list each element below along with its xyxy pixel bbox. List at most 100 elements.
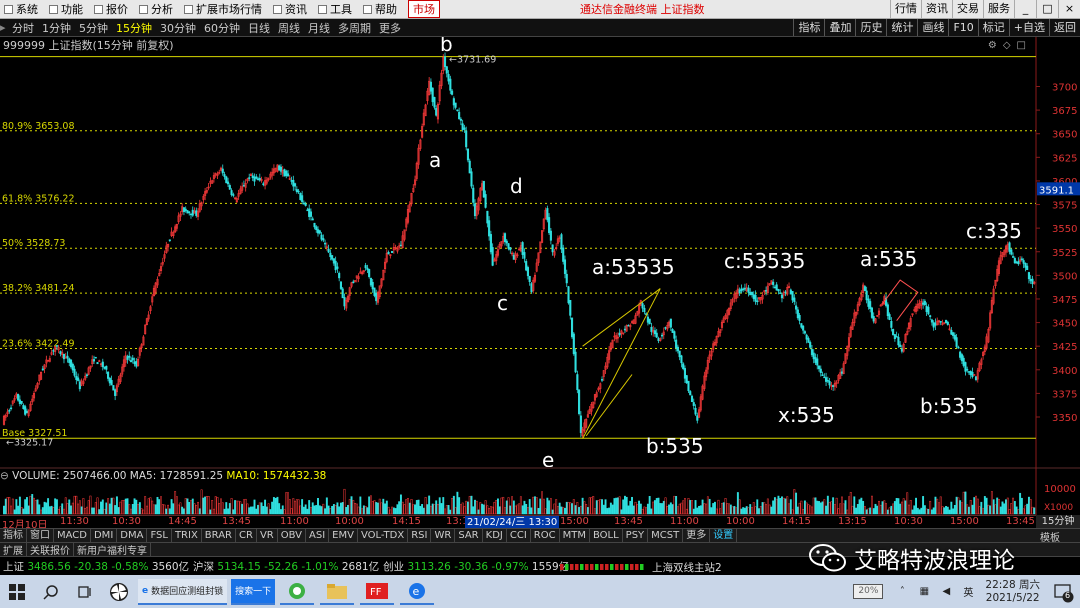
- indicator-tab[interactable]: EMV: [329, 529, 358, 542]
- menu-function[interactable]: 功能: [45, 1, 90, 17]
- indicator-tab[interactable]: 窗口: [27, 529, 54, 542]
- volume-bar: [70, 505, 72, 515]
- btn-indicator[interactable]: 指标: [793, 19, 824, 36]
- volume-bar: [345, 507, 348, 515]
- menu-analysis[interactable]: 分析: [135, 1, 180, 17]
- period-tick[interactable]: 分时: [8, 20, 38, 36]
- btn-draw[interactable]: 画线: [917, 19, 948, 36]
- volume-icon[interactable]: ◀: [939, 585, 953, 599]
- price-chart[interactable]: 3700367536503625360035753550352535003475…: [0, 37, 1080, 467]
- menu-info[interactable]: 资讯: [269, 1, 314, 17]
- indicator-tab[interactable]: ASI: [306, 529, 330, 542]
- wave-label: b:535: [646, 434, 704, 458]
- btn-service[interactable]: 服务: [983, 0, 1014, 19]
- tab-extend[interactable]: 扩展: [0, 542, 27, 557]
- search-icon[interactable]: [38, 579, 64, 605]
- candle-body: [68, 358, 71, 363]
- indicator-tab[interactable]: VOL-TDX: [358, 529, 409, 542]
- indicator-tab[interactable]: DMI: [91, 529, 118, 542]
- fan-app-icon[interactable]: [106, 579, 132, 605]
- volume-bar: [31, 494, 34, 515]
- period-week[interactable]: 周线: [274, 20, 304, 36]
- indicator-tab[interactable]: 更多: [683, 529, 711, 542]
- server-station[interactable]: 上海双线主站2: [652, 560, 722, 575]
- menu-market[interactable]: 市场: [408, 0, 440, 18]
- candle-body: [562, 247, 565, 262]
- notification-icon[interactable]: 6: [1052, 581, 1074, 603]
- indicator-tab[interactable]: TRIX: [172, 529, 202, 542]
- period-60min[interactable]: 60分钟: [200, 20, 244, 36]
- task-view-icon[interactable]: [72, 579, 98, 605]
- btn-stats[interactable]: 统计: [886, 19, 917, 36]
- indicator-tab[interactable]: MCST: [648, 529, 684, 542]
- btn-back[interactable]: 返回: [1049, 19, 1080, 36]
- volume-bar: [795, 492, 798, 515]
- period-day[interactable]: 日线: [244, 20, 274, 36]
- volume-bar: [228, 503, 231, 515]
- btn-quotes[interactable]: 行情: [890, 0, 921, 19]
- indicator-tab[interactable]: BRAR: [202, 529, 236, 542]
- menu-ext-market[interactable]: 扩展市场行情: [180, 1, 269, 17]
- tab-new-user[interactable]: 新用户福利专享: [74, 542, 151, 557]
- indicator-tab[interactable]: DMA: [117, 529, 148, 542]
- gear-icon[interactable]: ⚙: [988, 40, 1003, 51]
- btn-news[interactable]: 资讯: [921, 0, 952, 19]
- indicator-tab[interactable]: 设置: [710, 529, 738, 542]
- battery-indicator[interactable]: 20%: [853, 584, 884, 599]
- edge-browser-icon[interactable]: [280, 579, 315, 605]
- period-30min[interactable]: 30分钟: [156, 20, 200, 36]
- indicator-tab[interactable]: ROC: [531, 529, 560, 542]
- clock[interactable]: 22:28 周六 2021/5/22: [985, 579, 1040, 605]
- indicator-tab[interactable]: BOLL: [590, 529, 623, 542]
- candle-body: [696, 415, 699, 421]
- period-multi[interactable]: 多周期: [334, 20, 375, 36]
- menu-quote[interactable]: 报价: [90, 1, 135, 17]
- indicator-tab[interactable]: PSY: [623, 529, 649, 542]
- indicator-tab[interactable]: SAR: [455, 529, 483, 542]
- ime-indicator[interactable]: 英: [961, 585, 975, 599]
- tab-related-quotes[interactable]: 关联报价: [27, 542, 74, 557]
- flash-app-icon[interactable]: FF: [360, 579, 395, 605]
- period-15min[interactable]: 15分钟: [112, 20, 156, 36]
- collapse-icon[interactable]: ⊖: [0, 470, 12, 482]
- menu-help[interactable]: 帮助: [359, 1, 404, 17]
- indicator-tab[interactable]: CR: [236, 529, 257, 542]
- indicator-tab[interactable]: WR: [431, 529, 456, 542]
- close-button[interactable]: ×: [1058, 0, 1080, 19]
- period-5min[interactable]: 5分钟: [75, 20, 112, 36]
- period-month[interactable]: 月线: [304, 20, 334, 36]
- period-more[interactable]: 更多: [375, 20, 405, 36]
- indicator-tab[interactable]: MTM: [560, 529, 590, 542]
- camera-icon[interactable]: ◇: [1003, 40, 1017, 51]
- taskbar-browser-app[interactable]: e 数据回应测组封锁: [138, 578, 228, 605]
- candle-body: [223, 174, 226, 177]
- btn-mark[interactable]: 标记: [977, 19, 1009, 36]
- network-icon[interactable]: ▦: [917, 585, 931, 599]
- indicator-tab[interactable]: RSI: [408, 529, 432, 542]
- folder-icon[interactable]: [320, 579, 355, 605]
- expand-icon[interactable]: □: [1017, 40, 1032, 51]
- windows-start-icon[interactable]: [4, 579, 30, 605]
- indicator-tab[interactable]: VR: [257, 529, 278, 542]
- btn-trade[interactable]: 交易: [952, 0, 983, 19]
- indicator-tab[interactable]: MACD: [54, 529, 91, 542]
- minimize-button[interactable]: _: [1014, 0, 1036, 19]
- menu-tools[interactable]: 工具: [314, 1, 359, 17]
- candle-body: [66, 355, 69, 359]
- indicator-tab[interactable]: FSL: [147, 529, 172, 542]
- btn-history[interactable]: 历史: [855, 19, 886, 36]
- indicator-tab[interactable]: CCI: [507, 529, 531, 542]
- candle-body: [872, 316, 875, 322]
- btn-overlay[interactable]: 叠加: [824, 19, 855, 36]
- chevron-up-icon[interactable]: ˄: [895, 585, 909, 599]
- menu-system[interactable]: 系统: [0, 1, 45, 17]
- taskbar-search-app[interactable]: 搜索一下: [231, 578, 276, 605]
- period-1min[interactable]: 1分钟: [38, 20, 75, 36]
- indicator-tab[interactable]: 指标: [0, 529, 27, 542]
- indicator-tab[interactable]: KDJ: [483, 529, 507, 542]
- btn-add-watchlist[interactable]: +自选: [1008, 19, 1049, 36]
- maximize-button[interactable]: □: [1036, 0, 1058, 19]
- ie-browser-icon[interactable]: e: [400, 579, 435, 605]
- indicator-tab[interactable]: OBV: [278, 529, 306, 542]
- btn-f10[interactable]: F10: [948, 19, 977, 36]
